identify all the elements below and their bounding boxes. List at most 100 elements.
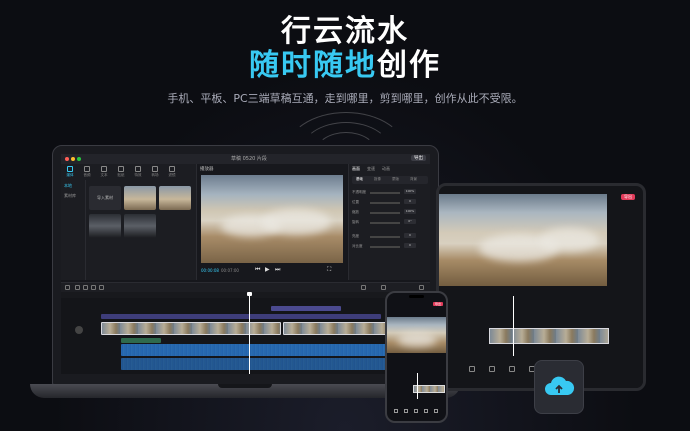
split-icon[interactable]	[91, 285, 96, 290]
close-dot-icon[interactable]	[65, 157, 69, 161]
video-clip[interactable]	[101, 322, 281, 335]
laptop-device: 草稿 0520 片段 导出 媒体 音频 文本 贴纸 特效 转场 滤镜 本地 素材…	[52, 145, 439, 385]
hero-subtitle: 手机、平板、PC三端草稿互通，走到哪里，剪到哪里，创作从此不受限。	[167, 92, 523, 105]
subtab-basic[interactable]: 基础	[356, 177, 363, 182]
import-label: 导入素材	[97, 195, 113, 200]
sticker-clip[interactable]	[101, 314, 381, 319]
magnet-icon[interactable]	[361, 285, 366, 290]
tab-audio[interactable]: 音频	[80, 166, 94, 178]
tablet-video-preview	[439, 194, 607, 286]
track-cover-icon[interactable]	[75, 326, 83, 334]
desktop-app-screen: 草稿 0520 片段 导出 媒体 音频 文本 贴纸 特效 转场 滤镜 本地 素材…	[61, 154, 430, 374]
timeline-tracks	[61, 298, 430, 374]
text-icon	[101, 166, 107, 172]
effects-icon	[135, 166, 141, 172]
laptop-notch	[218, 384, 272, 388]
import-media-button[interactable]: 导入素材	[89, 186, 121, 210]
fullscreen-icon[interactable]: ⛶	[327, 266, 331, 274]
minimize-dot-icon[interactable]	[71, 157, 75, 161]
phone-tool-icon[interactable]	[434, 409, 438, 413]
hero-title-highlight: 随时随地	[249, 48, 377, 83]
sticker-icon	[118, 166, 124, 172]
filter-icon	[169, 166, 175, 172]
undo-icon[interactable]	[75, 285, 80, 290]
media-panel: 媒体 音频 文本 贴纸 特效 转场 滤镜 本地 素材库 导入素材	[61, 164, 197, 280]
prev-frame-icon[interactable]: ⏮	[255, 266, 260, 274]
tab-animation[interactable]: 动画	[382, 166, 390, 172]
select-tool-icon[interactable]	[65, 285, 70, 290]
tab-sticker[interactable]: 贴纸	[114, 166, 128, 178]
sidebar-item-library[interactable]: 素材库	[64, 193, 76, 199]
tab-effects[interactable]: 特效	[131, 166, 145, 178]
media-tabs: 媒体 音频 文本 贴纸 特效 转场 滤镜	[63, 166, 193, 178]
zoom-in-icon[interactable]	[419, 285, 424, 290]
prop-row[interactable]: 位置 0	[352, 199, 428, 206]
tab-speed[interactable]: 变速	[367, 166, 375, 172]
maximize-dot-icon[interactable]	[77, 157, 81, 161]
play-icon[interactable]: ▶	[265, 266, 270, 273]
cloud-sync-badge	[534, 360, 584, 414]
prop-row[interactable]: 缩放 100%	[352, 209, 428, 216]
transition-icon	[152, 166, 158, 172]
hero-stage: 行云流水 随时随地创作 手机、平板、PC三端草稿互通，走到哪里，剪到哪里，创作从…	[0, 0, 690, 431]
text-clip[interactable]	[271, 306, 341, 311]
phone-video-preview	[387, 317, 446, 353]
audio-label-clip[interactable]	[121, 338, 161, 343]
audio-clip[interactable]	[121, 344, 391, 356]
tab-transition[interactable]: 转场	[148, 166, 162, 178]
media-thumbnail[interactable]	[124, 214, 156, 238]
phone-tool-icon[interactable]	[404, 409, 408, 413]
tablet-playhead[interactable]	[513, 296, 514, 356]
subtab-keying[interactable]: 抠像	[374, 177, 381, 182]
phone-tool-icon[interactable]	[414, 409, 418, 413]
phone-tool-icon[interactable]	[424, 409, 428, 413]
props-subtabs: 基础 抠像 蒙版 背景	[352, 176, 428, 184]
video-clip[interactable]	[283, 322, 393, 335]
media-thumbnail[interactable]	[89, 214, 121, 238]
tablet-export-button[interactable]: 导出	[621, 194, 635, 200]
subtab-mask[interactable]: 蒙版	[392, 177, 399, 182]
audio-clip[interactable]	[121, 358, 391, 370]
hero-title-line2: 随时随地创作	[0, 40, 690, 84]
tab-filter[interactable]: 滤镜	[165, 166, 179, 178]
media-thumbnail[interactable]	[124, 186, 156, 210]
player-video-preview	[201, 175, 343, 263]
media-thumbnail[interactable]	[159, 186, 191, 210]
project-name: 草稿 0520 片段	[231, 156, 267, 162]
prop-row[interactable]: 对比度 0	[352, 243, 428, 250]
hero-title-rest: 创作	[377, 48, 441, 83]
redo-icon[interactable]	[83, 285, 88, 290]
phone-export-button[interactable]: 导出	[432, 302, 443, 306]
zoom-out-icon[interactable]	[381, 285, 386, 290]
desktop-export-button[interactable]: 导出	[411, 155, 426, 161]
sidebar-item-local[interactable]: 本地	[64, 183, 72, 189]
tab-text[interactable]: 文本	[97, 166, 111, 178]
desktop-titlebar: 草稿 0520 片段 导出	[61, 154, 430, 164]
delete-icon[interactable]	[99, 285, 104, 290]
tab-picture[interactable]: 画面	[352, 166, 360, 172]
prop-row[interactable]: 旋转 0°	[352, 219, 428, 226]
audio-icon	[84, 166, 90, 172]
timeline-playhead[interactable]	[247, 292, 252, 374]
prop-row[interactable]: 亮度 0	[352, 233, 428, 240]
tablet-tool-icon[interactable]	[509, 366, 515, 372]
player-panel: 播放器 00:00:08 00:07:00 ⏮ ▶ ⏭ ⛶	[197, 164, 347, 280]
phone-notch	[409, 295, 424, 298]
phone-playhead[interactable]	[417, 373, 418, 399]
media-sidebar: 本地 素材库	[61, 180, 86, 280]
timecode-current: 00:00:08	[201, 268, 219, 273]
tablet-tool-icon[interactable]	[469, 366, 475, 372]
next-frame-icon[interactable]: ⏭	[275, 266, 280, 274]
phone-tool-icon[interactable]	[394, 409, 398, 413]
prop-row[interactable]: 不透明度 100%	[352, 189, 428, 196]
tablet-tool-icon[interactable]	[489, 366, 495, 372]
tablet-video-clip[interactable]	[489, 328, 609, 344]
player-label: 播放器	[200, 167, 214, 172]
cloud-icon	[545, 376, 575, 395]
timecode-total: 00:07:00	[221, 268, 239, 273]
media-icon	[67, 166, 73, 172]
properties-panel: 画面 变速 动画 基础 抠像 蒙版 背景 不透明度 100% 位置 0 缩放 100%…	[348, 164, 430, 280]
phone-toolbar	[390, 409, 445, 417]
subtab-background[interactable]: 背景	[410, 177, 417, 182]
tab-media[interactable]: 媒体	[63, 166, 77, 178]
